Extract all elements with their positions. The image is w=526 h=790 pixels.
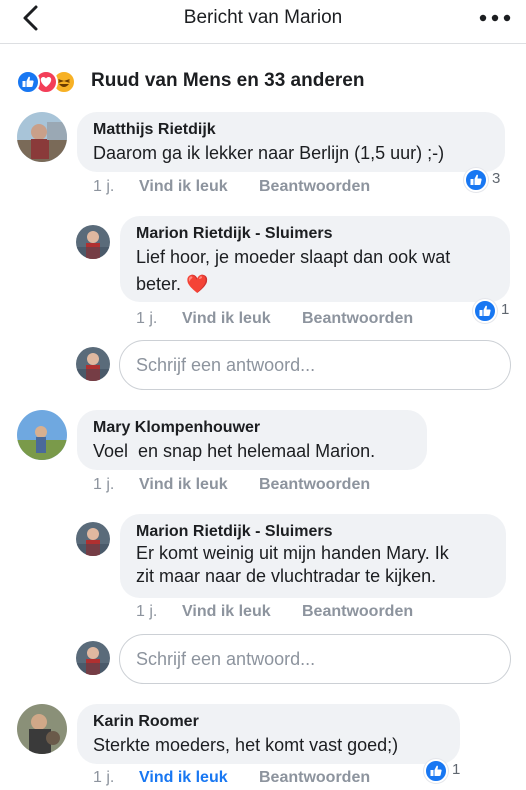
reply-bubble[interactable]: Marion Rietdijk - Sluimers Er komt weini… bbox=[120, 514, 506, 598]
like-icon bbox=[16, 70, 40, 94]
comment-actions: 1 j. Vind ik leuk Beantwoorden bbox=[93, 178, 413, 198]
page-title: Bericht van Marion bbox=[183, 7, 343, 28]
avatar[interactable] bbox=[76, 225, 110, 259]
comment-thread-screen: Bericht van Marion Ruud van Mens en 33 a… bbox=[0, 0, 526, 790]
comment-text: Daarom ga ik lekker naar Berlijn (1,5 uu… bbox=[93, 143, 445, 163]
comment-actions: 1 j. Vind ik leuk Beantwoorden bbox=[93, 476, 413, 496]
like-count-number: 1 bbox=[452, 761, 461, 778]
like-count[interactable]: 3 bbox=[464, 168, 508, 192]
comment-timestamp: 1 j. bbox=[136, 310, 158, 327]
like-icon bbox=[424, 759, 448, 783]
comment-author[interactable]: Matthijs Rietdijk bbox=[93, 120, 489, 140]
reactions-summary[interactable]: Ruud van Mens en 33 anderen bbox=[16, 68, 516, 96]
avatar bbox=[76, 347, 110, 381]
comment-text: Voel en snap het helemaal Marion. bbox=[93, 441, 376, 461]
reply-input-box[interactable] bbox=[119, 340, 511, 390]
reactions-summary-text: Ruud van Mens en 33 anderen bbox=[91, 70, 365, 91]
comment-text-fragment: beter. bbox=[136, 274, 182, 294]
comment-timestamp: 1 j. bbox=[93, 178, 115, 195]
comment-timestamp: 1 j. bbox=[93, 476, 115, 493]
comment-author[interactable]: Marion Rietdijk - Sluimers bbox=[136, 224, 494, 244]
like-button[interactable]: Vind ik leuk bbox=[139, 178, 228, 196]
like-icon bbox=[464, 168, 488, 192]
comment-bubble[interactable]: Matthijs Rietdijk Daarom ga ik lekker na… bbox=[77, 112, 505, 172]
more-horizontal-icon bbox=[479, 14, 511, 22]
heart-emoji: ❤️ bbox=[186, 274, 209, 294]
reply-bubble[interactable]: Marion Rietdijk - Sluimers Lief hoor, je… bbox=[120, 216, 510, 302]
reaction-icons bbox=[16, 70, 86, 94]
comment-timestamp: 1 j. bbox=[93, 769, 115, 786]
comment-text-line: beter. ❤️ bbox=[136, 271, 494, 298]
avatar[interactable] bbox=[17, 112, 67, 162]
like-button[interactable]: Vind ik leuk bbox=[139, 769, 228, 787]
reply-button[interactable]: Beantwoorden bbox=[302, 310, 413, 328]
avatar[interactable] bbox=[17, 704, 67, 754]
avatar[interactable] bbox=[76, 522, 110, 556]
like-count-number: 1 bbox=[501, 301, 510, 318]
reply-input-box[interactable] bbox=[119, 634, 511, 684]
comment-text-line: zit maar naar de vluchtradar te kijken. bbox=[136, 566, 437, 586]
reply-button[interactable]: Beantwoorden bbox=[259, 178, 370, 196]
reply-input[interactable] bbox=[136, 351, 476, 379]
avatar[interactable] bbox=[17, 410, 67, 460]
reply-button[interactable]: Beantwoorden bbox=[302, 603, 413, 621]
comment-text-line: Lief hoor, je moeder slaapt dan ook wat bbox=[136, 247, 451, 267]
comment-author[interactable]: Marion Rietdijk - Sluimers bbox=[136, 522, 490, 542]
reply-input[interactable] bbox=[136, 645, 476, 673]
like-button[interactable]: Vind ik leuk bbox=[139, 476, 228, 494]
avatar bbox=[76, 641, 110, 675]
like-count-number: 3 bbox=[492, 170, 501, 187]
comment-author[interactable]: Karin Roomer bbox=[93, 712, 444, 732]
top-bar: Bericht van Marion bbox=[0, 0, 526, 44]
comment-text: Sterkte moeders, het komt vast goed;) bbox=[93, 735, 399, 755]
reply-button[interactable]: Beantwoorden bbox=[259, 769, 370, 787]
like-count[interactable]: 1 bbox=[473, 299, 513, 323]
like-button[interactable]: Vind ik leuk bbox=[182, 310, 271, 328]
comment-author[interactable]: Mary Klompenhouwer bbox=[93, 418, 411, 438]
like-button[interactable]: Vind ik leuk bbox=[182, 603, 271, 621]
comment-timestamp: 1 j. bbox=[136, 603, 158, 620]
like-count[interactable]: 1 bbox=[424, 759, 464, 783]
comment-bubble[interactable]: Mary Klompenhouwer Voel en snap het hele… bbox=[77, 410, 427, 470]
comment-actions: 1 j. Vind ik leuk Beantwoorden bbox=[93, 769, 413, 789]
comment-bubble[interactable]: Karin Roomer Sterkte moeders, het komt v… bbox=[77, 704, 460, 764]
like-icon bbox=[473, 299, 497, 323]
comment-text-line: Er komt weinig uit mijn handen Mary. Ik bbox=[136, 543, 449, 563]
comment-actions: 1 j. Vind ik leuk Beantwoorden bbox=[136, 603, 456, 623]
comment-actions: 1 j. Vind ik leuk Beantwoorden bbox=[136, 310, 456, 330]
reply-button[interactable]: Beantwoorden bbox=[259, 476, 370, 494]
more-options-button[interactable] bbox=[478, 8, 512, 28]
